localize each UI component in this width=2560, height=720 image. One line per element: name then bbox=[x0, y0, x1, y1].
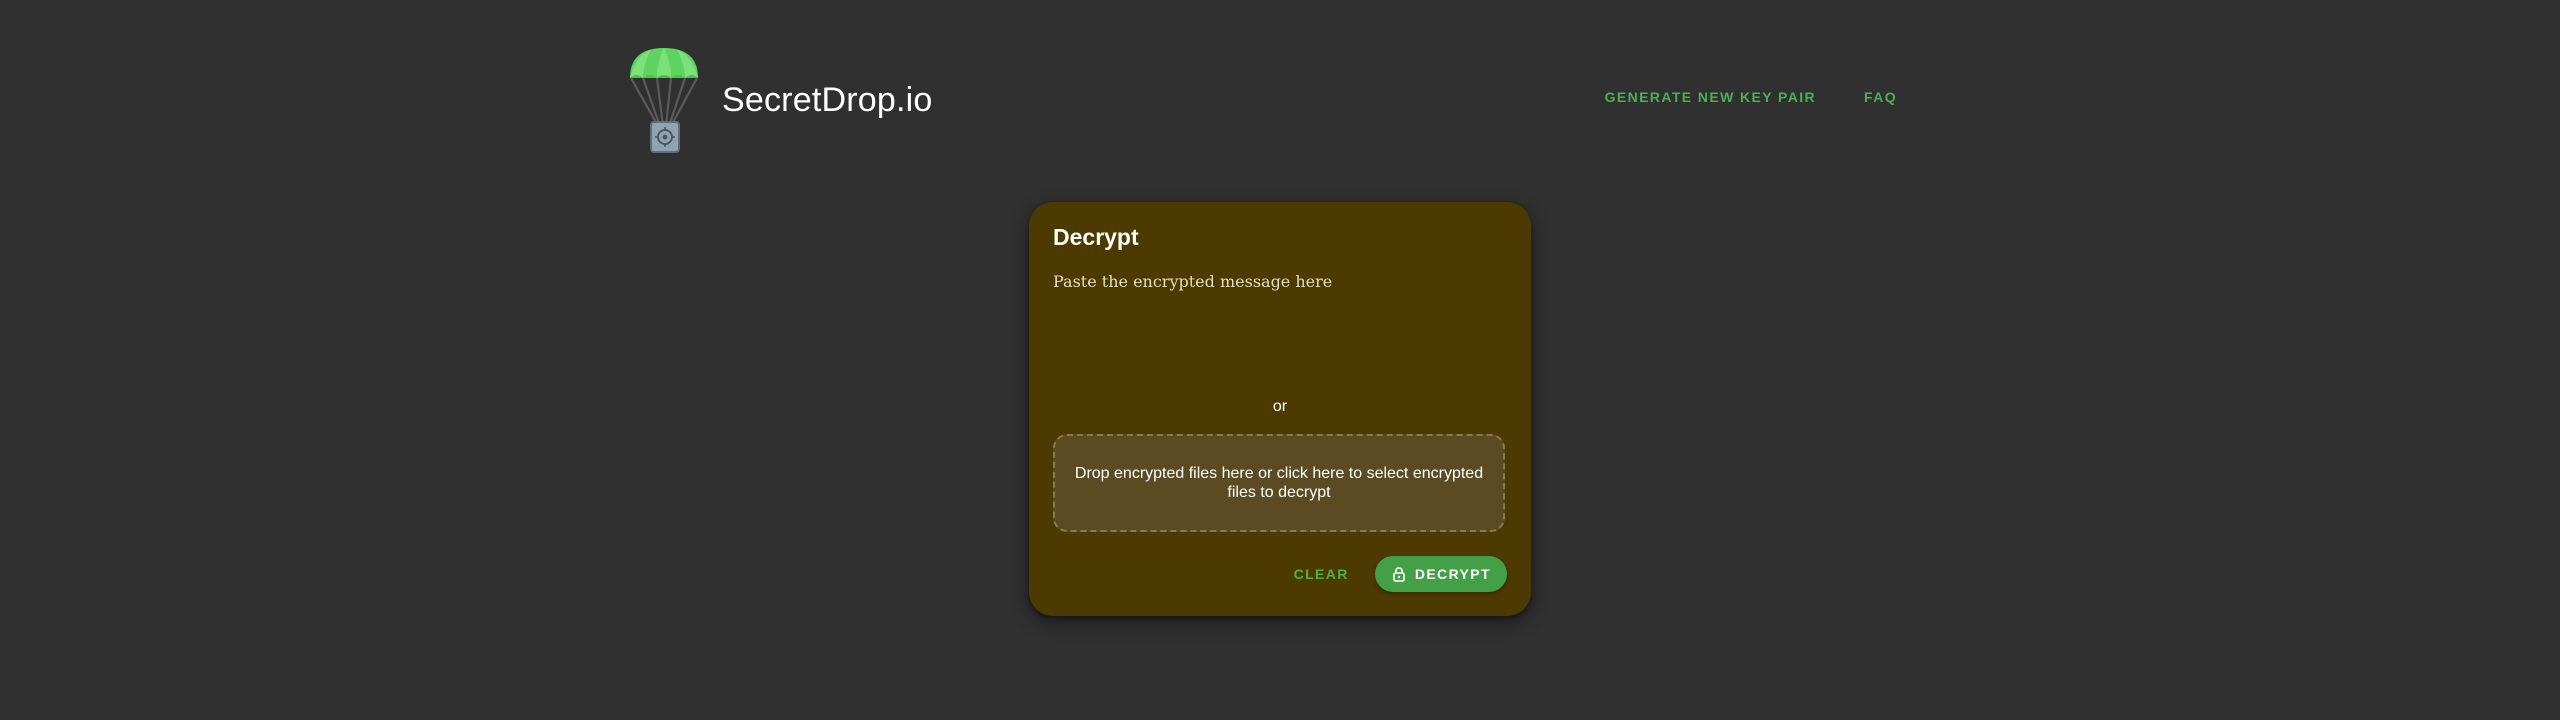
or-separator: or bbox=[1272, 398, 1288, 415]
faq-link[interactable]: FAQ bbox=[1864, 89, 1897, 105]
decrypt-button-label: DECRYPT bbox=[1414, 566, 1491, 582]
brand-name[interactable]: SecretDrop.io bbox=[722, 81, 932, 120]
lock-open-icon bbox=[1391, 566, 1407, 582]
top-nav: GENERATE NEW KEY PAIR FAQ bbox=[1605, 89, 1897, 105]
parachute-safe-icon[interactable] bbox=[627, 44, 701, 156]
generate-key-pair-link[interactable]: GENERATE NEW KEY PAIR bbox=[1605, 89, 1816, 105]
encrypted-message-input[interactable] bbox=[1053, 272, 1507, 382]
dropzone-text: Drop encrypted files here or click here … bbox=[1074, 465, 1484, 501]
file-dropzone[interactable]: Drop encrypted files here or click here … bbox=[1053, 434, 1505, 532]
decrypt-card: Decrypt or Drop encrypted files here or … bbox=[1029, 202, 1531, 616]
app-header: SecretDrop.io GENERATE NEW KEY PAIR FAQ bbox=[627, 44, 1897, 156]
clear-button[interactable]: CLEAR bbox=[1292, 558, 1351, 590]
card-title: Decrypt bbox=[1053, 224, 1139, 250]
card-actions: CLEAR DECRYPT bbox=[1292, 556, 1507, 592]
decrypt-button[interactable]: DECRYPT bbox=[1374, 556, 1507, 592]
